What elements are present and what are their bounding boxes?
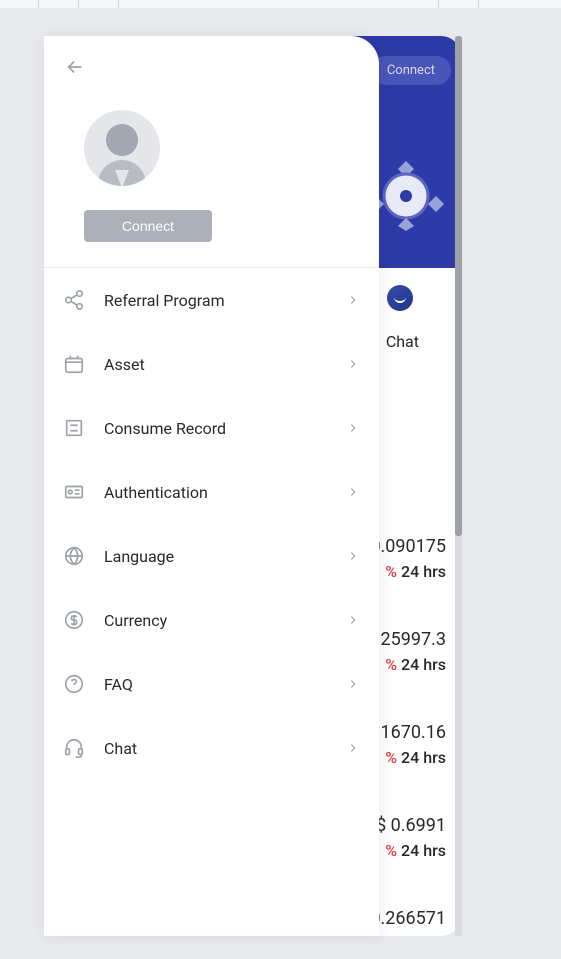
bg-chat-icon xyxy=(387,285,413,311)
menu-item-currency[interactable]: Currency xyxy=(44,588,379,652)
menu-item-authentication[interactable]: Authentication xyxy=(44,460,379,524)
bg-chat-label: Chat xyxy=(386,332,419,351)
side-drawer: Connect Referral Program xyxy=(44,36,379,936)
globe-icon xyxy=(62,544,86,568)
menu-label: Authentication xyxy=(104,483,327,502)
menu-label: Language xyxy=(104,547,327,566)
chevron-right-icon xyxy=(345,420,361,436)
chevron-right-icon xyxy=(345,612,361,628)
menu-item-chat[interactable]: Chat xyxy=(44,716,379,780)
menu-item-consume-record[interactable]: Consume Record xyxy=(44,396,379,460)
bg-connect-button[interactable]: Connect xyxy=(371,56,451,85)
share-icon xyxy=(62,288,86,312)
menu-label: Currency xyxy=(104,611,327,630)
chevron-right-icon xyxy=(345,548,361,564)
headset-icon xyxy=(62,736,86,760)
menu-label: Chat xyxy=(104,739,327,758)
menu-list: Referral Program Asset xyxy=(44,268,379,780)
menu-label: Consume Record xyxy=(104,419,327,438)
id-card-icon xyxy=(62,480,86,504)
menu-item-faq[interactable]: FAQ xyxy=(44,652,379,716)
arrow-left-icon xyxy=(64,56,86,78)
connect-button[interactable]: Connect xyxy=(84,210,212,242)
avatar xyxy=(84,110,160,186)
menu-item-asset[interactable]: Asset xyxy=(44,332,379,396)
menu-item-language[interactable]: Language xyxy=(44,524,379,588)
menu-label: Referral Program xyxy=(104,291,327,310)
menu-item-referral[interactable]: Referral Program xyxy=(44,268,379,332)
chevron-right-icon xyxy=(345,676,361,692)
chevron-right-icon xyxy=(345,292,361,308)
menu-label: FAQ xyxy=(104,675,327,694)
scrollbar[interactable] xyxy=(455,36,462,936)
list-icon xyxy=(62,416,86,440)
chevron-right-icon xyxy=(345,740,361,756)
help-icon xyxy=(62,672,86,696)
menu-label: Asset xyxy=(104,355,327,374)
chevron-right-icon xyxy=(345,356,361,372)
scrollbar-thumb[interactable] xyxy=(455,36,462,536)
chevron-right-icon xyxy=(345,484,361,500)
back-button[interactable] xyxy=(62,54,88,80)
dollar-icon xyxy=(62,608,86,632)
calendar-icon xyxy=(62,352,86,376)
